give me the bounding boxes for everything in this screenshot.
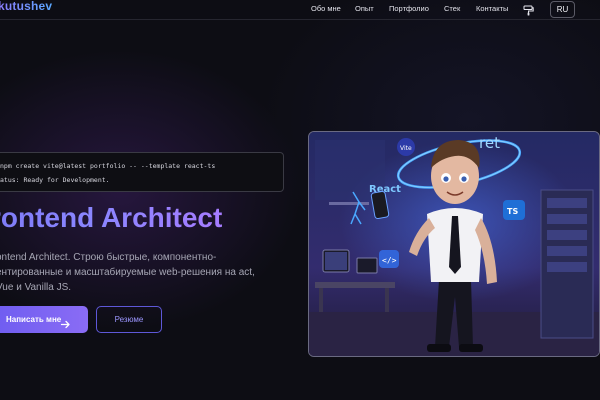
hero-description: ontend Architect. Строю быстрые, компоне… — [0, 252, 255, 293]
ret-neon-label: ret — [479, 134, 500, 152]
nav-item-stack[interactable]: Стек — [444, 4, 460, 13]
paint-roller-icon[interactable] — [523, 3, 534, 16]
hero-illustration: ret React Vite </> TS — [308, 131, 600, 357]
svg-text:TS: TS — [507, 207, 518, 216]
site-header: kutushev Обо мне Опыт Портфолио Стек Кон… — [0, 0, 600, 20]
nav-item-contacts[interactable]: Контакты — [476, 4, 508, 13]
main-nav: Обо мне Опыт Портфолио Стек Контакты — [0, 4, 600, 16]
terminal-command: npm create vite@latest portfolio -- --te… — [0, 162, 216, 170]
developer-character-image: ret React Vite </> TS — [309, 132, 599, 356]
vite-badge: Vite — [400, 145, 412, 152]
language-switch-button[interactable]: RU — [550, 1, 575, 18]
nav-item-about[interactable]: Обо мне — [311, 4, 341, 13]
nav-item-portfolio[interactable]: Портфолио — [389, 4, 429, 13]
contact-me-button[interactable]: Написать мне — [0, 306, 88, 333]
contact-me-label: Написать мне — [6, 315, 62, 324]
resume-button[interactable]: Резюме — [96, 306, 162, 333]
terminal-card: npm create vite@latest portfolio -- --te… — [0, 152, 284, 192]
arrow-right-icon — [60, 314, 71, 329]
svg-text:</>: </> — [382, 256, 397, 265]
hero-title: rontend Architect — [0, 202, 222, 234]
terminal-status: atus: Ready for Development. — [0, 176, 110, 184]
nav-item-experience[interactable]: Опыт — [355, 4, 374, 13]
